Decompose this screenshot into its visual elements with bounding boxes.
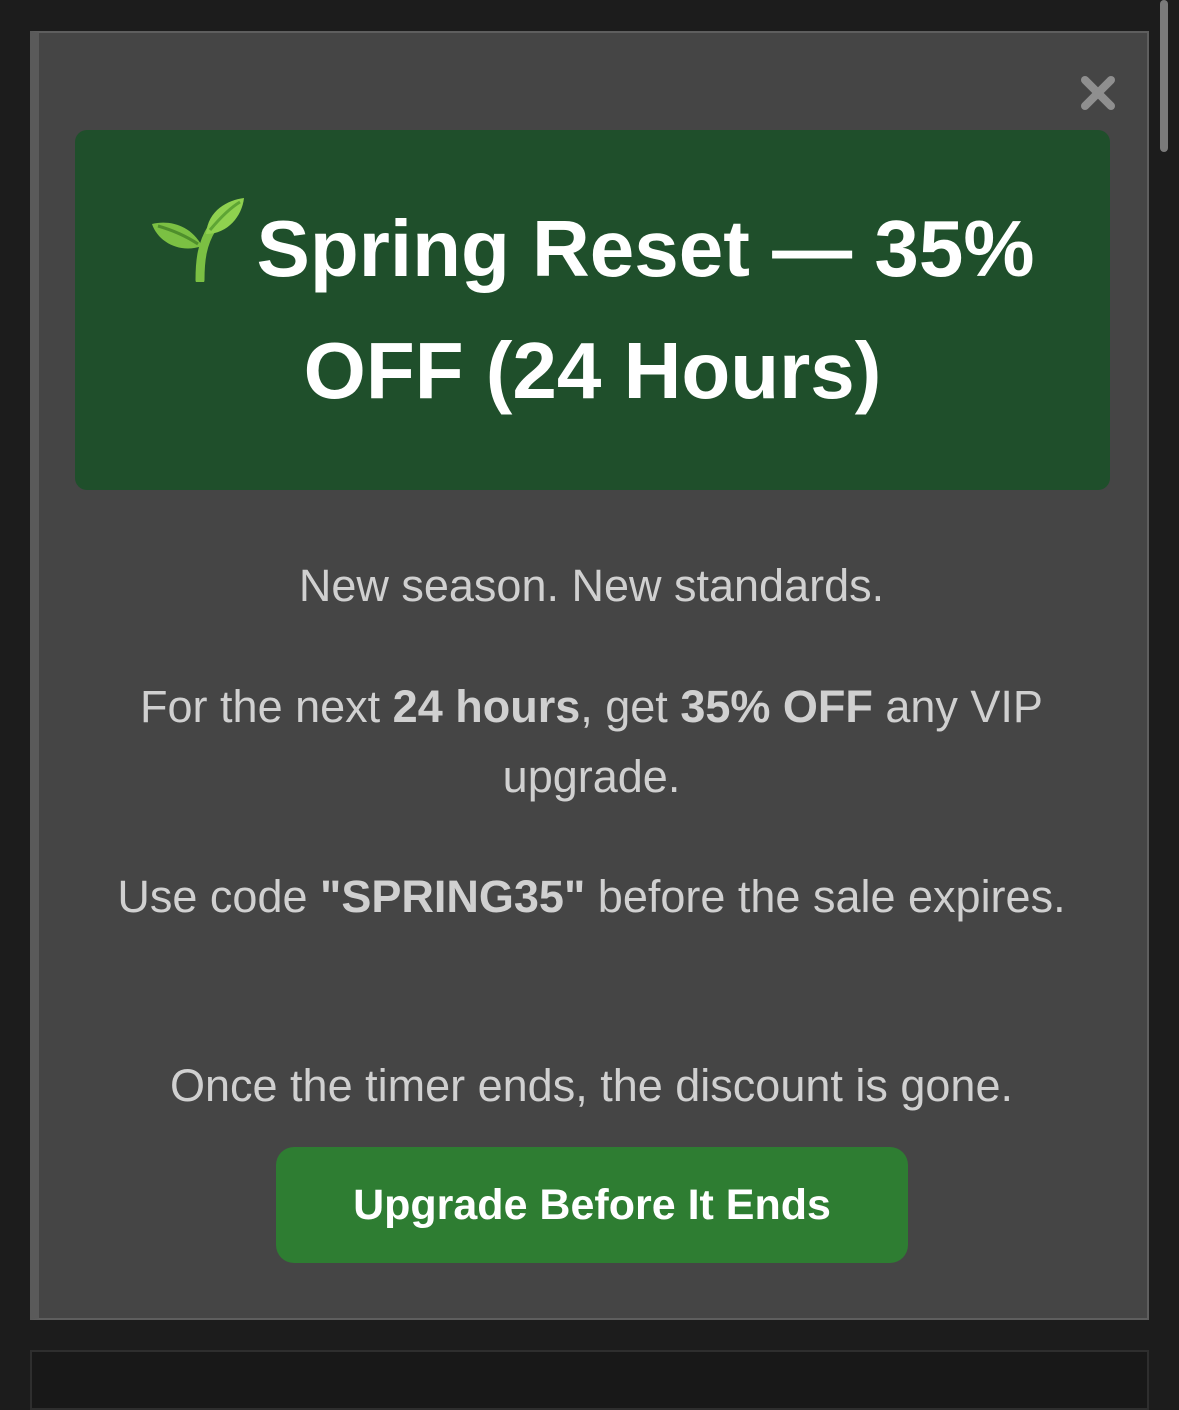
body-text-season: New season. New standards. [298, 560, 885, 611]
offer-text-part: For the next [140, 681, 393, 732]
offer-duration: 24 hours [392, 681, 581, 732]
promo-modal: Spring Reset — 35% OFF (24 Hours) New se… [30, 31, 1149, 1320]
banner-title-row: Spring Reset — 35% OFF (24 Hours) [88, 188, 1098, 432]
close-icon [1081, 76, 1115, 110]
code-text-part: before the sale expires. [585, 871, 1066, 922]
upgrade-button[interactable]: Upgrade Before It Ends [276, 1147, 908, 1263]
banner-title: Spring Reset — 35% OFF (24 Hours) [256, 204, 1035, 415]
body-text-code: Use code "SPRING35" before the sale expi… [89, 862, 1094, 932]
promo-banner: Spring Reset — 35% OFF (24 Hours) [75, 130, 1110, 490]
body-text-offer: For the next 24 hours, get 35% OFF any V… [89, 672, 1094, 812]
sprout-icon [152, 198, 245, 282]
promo-code: "SPRING35" [320, 871, 586, 922]
body-text-timer: Once the timer ends, the discount is gon… [170, 1060, 1013, 1111]
offer-discount: 35% OFF [680, 681, 873, 732]
background-panel [30, 1350, 1149, 1410]
scrollbar-thumb[interactable] [1160, 0, 1168, 152]
code-text-part: Use code [117, 871, 321, 922]
offer-text-part: , get [580, 681, 681, 732]
close-button[interactable] [1074, 69, 1122, 117]
